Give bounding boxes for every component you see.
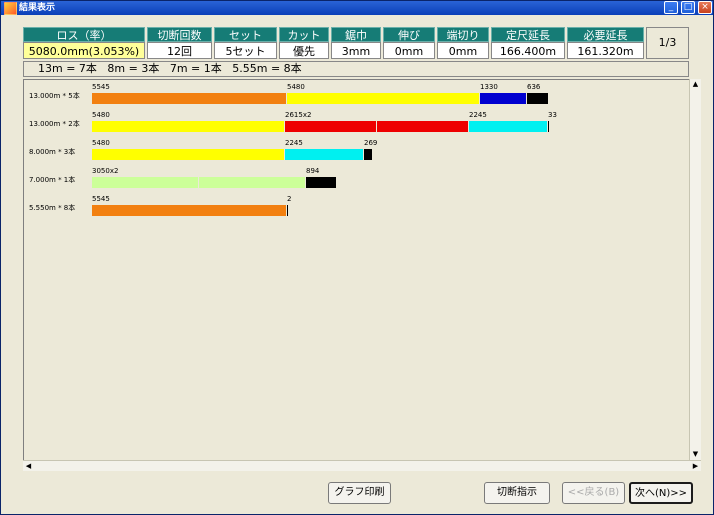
cut-segment-bar [92,149,284,160]
title-bar[interactable]: 結果表示 _ □ × [1,1,713,15]
row-label: 7.000m * 1本 [29,176,76,184]
cut-segment-bar [92,177,198,188]
graph-print-button[interactable]: グラフ印刷 [328,482,391,504]
horizontal-scrollbar[interactable]: ◀ ▶ [23,460,701,471]
scroll-right-arrow-icon[interactable]: ▶ [690,461,701,471]
remainder-mark [548,121,549,132]
segment-length-label: 2245 [285,139,303,147]
header-label-cut: カット [279,27,329,42]
row-label: 13.000m * 5本 [29,92,80,100]
cut-segment-bar [92,121,284,132]
stock-length-value: 166.400m [491,42,565,59]
app-icon [4,2,17,15]
segment-length-label: 2 [287,195,292,203]
scroll-left-arrow-icon[interactable]: ◀ [23,461,34,471]
remainder-mark [287,205,288,216]
segment-length-label: 894 [306,167,320,175]
segment-length-label: 5480 [92,139,110,147]
cut-segment-bar [480,93,526,104]
header-label-cut-count: 切断回数 [147,27,212,42]
summary-line: 13m = 7本 8m = 3本 7m = 1本 5.55m = 8本 [23,61,689,77]
saw-width-value: 3mm [331,42,381,59]
segment-length-label: 5545 [92,83,110,91]
cut-segment-bar [469,121,547,132]
minimize-button[interactable]: _ [664,1,678,14]
required-length-value: 161.320m [567,42,644,59]
header-label-loss: ロス（率） [23,27,145,42]
cut-segment-bar [527,93,548,104]
cut-instructions-button[interactable]: 切断指示 [484,482,550,504]
header-label-saw-width: 鋸巾 [331,27,381,42]
header-label-required-length: 必要延長 [567,27,644,42]
segment-length-label: 5480 [92,111,110,119]
back-button[interactable]: <<戻る(B) [562,482,625,504]
header-label-stretch: 伸び [383,27,435,42]
end-trim-value: 0mm [437,42,489,59]
page-indicator: 1/3 [646,27,689,59]
cut-segment-bar [287,93,479,104]
cut-segment-bar [92,93,286,104]
segment-length-label: 33 [548,111,557,119]
row-label: 5.550m * 8本 [29,204,76,212]
segment-length-label: 2615x2 [285,111,312,119]
scroll-up-arrow-icon[interactable]: ▲ [690,79,701,90]
header-label-set: セット [214,27,277,42]
cut-segment-bar [285,121,376,132]
segment-length-label: 1330 [480,83,498,91]
cut-segment-bar [364,149,372,160]
cut-value: 優先 [279,42,329,59]
cut-segment-bar [92,205,286,216]
segment-length-label: 2245 [469,111,487,119]
cut-segment-bar [199,177,305,188]
result-window: 結果表示 _ □ × ロス（率） 切断回数 セット カット 鋸巾 伸び 端切り … [0,0,714,515]
segment-length-label: 5480 [287,83,305,91]
set-value: 5セット [214,42,277,59]
cut-segment-bar [377,121,468,132]
maximize-button[interactable]: □ [681,1,695,14]
segment-length-label: 3050x2 [92,167,119,175]
segment-length-label: 636 [527,83,541,91]
segment-length-label: 269 [364,139,378,147]
header-label-end-trim: 端切り [437,27,489,42]
row-label: 13.000m * 2本 [29,120,80,128]
next-button[interactable]: 次へ(N)>> [629,482,693,504]
row-label: 8.000m * 3本 [29,148,76,156]
close-button[interactable]: × [698,1,712,14]
window-title: 結果表示 [19,3,56,13]
cut-segment-bar [285,149,363,160]
segment-length-label: 5545 [92,195,110,203]
cut-count-value: 12回 [147,42,212,59]
vertical-scrollbar[interactable]: ▲ ▼ [689,79,701,460]
scroll-down-arrow-icon[interactable]: ▼ [690,449,701,460]
stretch-value: 0mm [383,42,435,59]
header-label-stock-length: 定尺延長 [491,27,565,42]
cut-segment-bar [306,177,336,188]
cut-graph-panel: 13.000m * 5本 5545 5480 1330 636 13.000m * 2本 5… [23,79,690,471]
loss-value: 5080.0mm(3.053%) [23,42,145,59]
